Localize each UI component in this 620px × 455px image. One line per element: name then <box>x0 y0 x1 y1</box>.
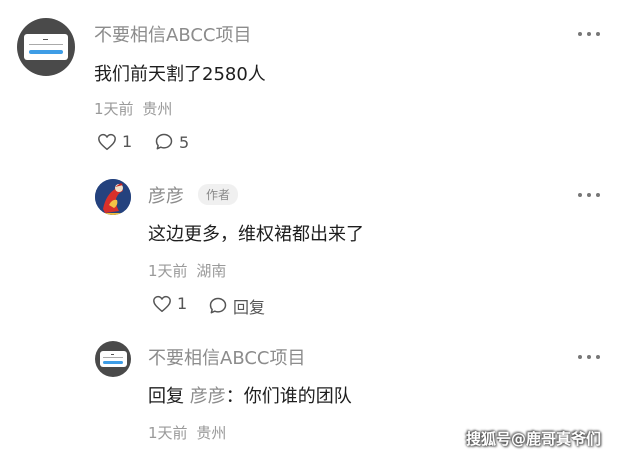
avatar-image <box>24 34 68 60</box>
reply-count: 5 <box>179 132 190 152</box>
author-badge: 作者 <box>198 184 239 205</box>
like-button[interactable]: 1 <box>152 294 187 313</box>
comment-location: 贵州 <box>142 100 173 118</box>
comment-bubble-icon <box>155 133 173 150</box>
reply-prefix: 回复 <box>148 386 184 407</box>
reply-meta: 1天前 湖南 <box>148 260 226 281</box>
reply-label: 回复 <box>233 298 266 317</box>
avatar[interactable] <box>95 179 131 215</box>
comment-text: 我们前天割了2580人 <box>94 64 266 85</box>
comment-time: 1天前 <box>94 100 134 118</box>
avatar[interactable] <box>17 18 75 76</box>
avatar[interactable] <box>95 341 131 377</box>
comment-bubble-icon <box>209 297 227 314</box>
avatar-image <box>99 351 127 367</box>
reply-target-name[interactable]: 彦彦 <box>190 386 226 407</box>
reply-body: 你们谁的团队 <box>243 386 352 407</box>
reply-text: 这边更多，维权裙都出来了 <box>148 224 364 245</box>
watermark: 搜狐号@鹿哥真爷们 <box>466 430 602 448</box>
like-count: 1 <box>177 294 188 313</box>
heart-icon <box>98 133 116 150</box>
reply-author[interactable]: 不要相信ABCC项目 <box>148 344 305 370</box>
comment-meta: 1天前 贵州 <box>94 98 172 119</box>
reply-location: 贵州 <box>196 424 227 442</box>
reply-count-button[interactable]: 5 <box>154 132 189 152</box>
reply-time: 1天前 <box>148 424 188 442</box>
like-count: 1 <box>122 132 133 151</box>
heart-icon <box>153 295 171 312</box>
reply-meta: 1天前 贵州 <box>148 422 226 443</box>
more-options-icon[interactable] <box>578 188 600 202</box>
comment-author[interactable]: 不要相信ABCC项目 <box>94 21 251 47</box>
more-options-icon[interactable] <box>578 350 600 364</box>
reply-text: 回复 彦彦：你们谁的团队 <box>148 382 352 408</box>
reply-separator: ： <box>225 386 244 407</box>
reply-author[interactable]: 彦彦 <box>148 182 184 208</box>
reply-location: 湖南 <box>196 262 227 280</box>
reply-time: 1天前 <box>148 262 188 280</box>
like-button[interactable]: 1 <box>97 132 132 151</box>
reply-button[interactable]: 回复 <box>208 294 265 318</box>
more-options-icon[interactable] <box>578 27 600 41</box>
avatar-image <box>95 179 131 215</box>
